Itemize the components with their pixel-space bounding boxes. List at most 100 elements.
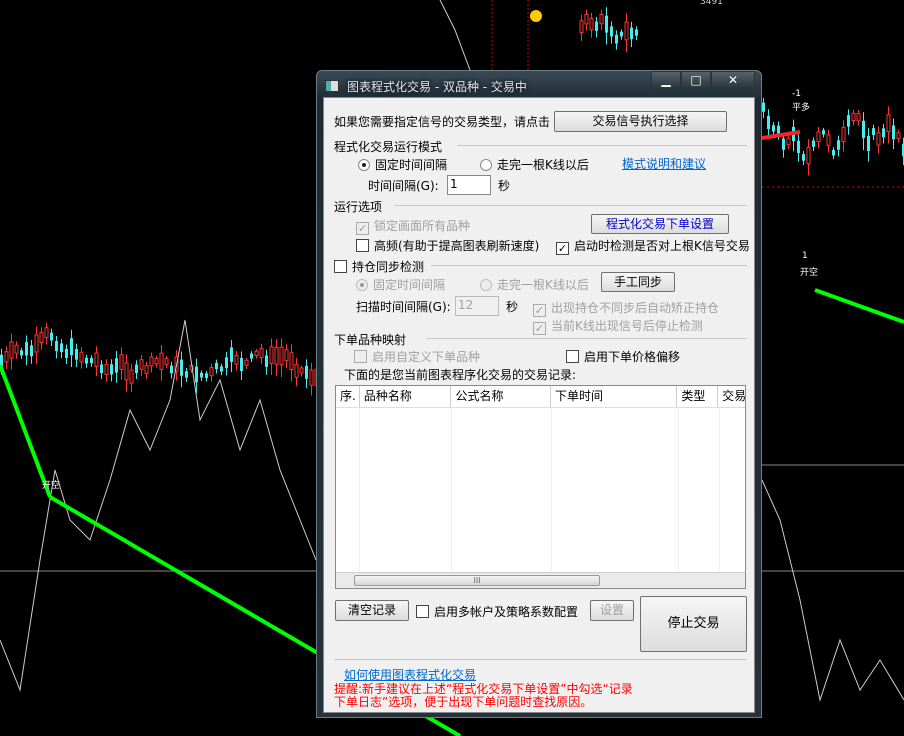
signal-select-button[interactable]: 交易信号执行选择	[554, 111, 727, 132]
signal-label: 开空	[800, 266, 818, 278]
price-label: 3491	[700, 0, 723, 7]
candlestick	[589, 17, 594, 31]
candlestick	[39, 331, 44, 344]
candlestick	[195, 366, 198, 383]
candlestick	[254, 350, 259, 357]
candlestick	[154, 358, 159, 365]
options-group-label: 运行选项	[334, 200, 383, 214]
signal-prompt: 如果您需要指定信号的交易类型，请点击	[334, 115, 551, 129]
manual-sync-button[interactable]: 手工同步	[601, 272, 675, 292]
signal-label: 1	[802, 251, 808, 261]
candlestick	[289, 352, 294, 371]
candlestick	[124, 362, 129, 381]
order-settings-button[interactable]: 程式化交易下单设置	[591, 214, 729, 234]
candlestick	[205, 373, 208, 379]
howto-link[interactable]: 如何使用图表程式化交易	[344, 666, 476, 683]
candlestick	[200, 372, 203, 378]
candlestick	[797, 140, 800, 154]
candlestick	[20, 350, 23, 356]
app-icon	[325, 80, 339, 92]
mode-after-bar-radio[interactable]: 走完一根K线以后	[480, 156, 589, 173]
candlestick	[9, 341, 14, 359]
scan-interval-label: 扫描时间间隔(G):	[356, 300, 451, 314]
candlestick	[170, 365, 173, 374]
mode-fixed-radio[interactable]: 固定时间间隔	[358, 156, 447, 173]
program-trading-dialog: 图表程式化交易 - 双品种 - 交易中 ▁ □ ✕ 如果您需要指定信号的交易类型…	[316, 70, 762, 718]
candlestick	[30, 345, 33, 357]
candlestick	[806, 146, 811, 165]
candlestick	[837, 140, 840, 150]
candlestick	[599, 13, 604, 25]
candlestick	[159, 352, 164, 370]
column-header-index[interactable]: 序.	[336, 386, 360, 407]
trend-line	[0, 364, 52, 498]
candlestick	[55, 340, 58, 352]
multi-account-checkbox[interactable]: 启用多帐户及策略系数配置	[416, 603, 578, 620]
mapping-group-label: 下单品种映射	[334, 333, 407, 347]
candlestick	[75, 349, 78, 360]
high-freq-checkbox[interactable]: 高频(有助于提高图表刷新速度)	[356, 237, 539, 254]
close-button[interactable]: ✕	[711, 71, 755, 90]
column-header-trade[interactable]: 交易	[718, 386, 745, 407]
minimize-button[interactable]: ▁	[651, 71, 681, 90]
candlestick	[65, 348, 68, 358]
stop-trading-button[interactable]: 停止交易	[640, 596, 747, 652]
candlestick	[762, 102, 765, 112]
candlestick	[615, 34, 618, 44]
candlestick	[892, 125, 895, 140]
candlestick	[782, 138, 785, 150]
candlestick	[867, 135, 870, 152]
title-bar[interactable]: 图表程式化交易 - 双品种 - 交易中	[325, 76, 527, 96]
clear-records-button[interactable]: 清空记录	[335, 600, 409, 621]
candlestick	[886, 114, 891, 133]
check-prev-signal-checkbox[interactable]: ✓ 启动时检测是否对上根K信号交易	[556, 237, 750, 255]
sync-checkbox[interactable]: 持仓同步检测	[334, 258, 424, 275]
candlestick	[259, 347, 264, 359]
column-header-formula[interactable]: 公式名称	[451, 386, 551, 407]
candlestick	[185, 371, 188, 378]
candlestick	[767, 115, 770, 130]
candlestick	[584, 13, 589, 25]
candlestick	[79, 351, 84, 363]
candlestick	[624, 21, 629, 41]
candlestick	[34, 334, 39, 353]
candlestick	[816, 131, 821, 143]
candlestick	[876, 132, 881, 146]
candlestick	[85, 357, 88, 364]
horizontal-scrollbar[interactable]: III	[336, 572, 745, 588]
white-indicator-line	[0, 319, 317, 692]
candlestick	[851, 112, 856, 121]
candlestick	[209, 367, 214, 377]
candlestick	[309, 369, 314, 386]
price-offset-checkbox[interactable]: 启用下单价格偏移	[566, 348, 680, 365]
candlestick	[139, 359, 144, 370]
column-header-symbol[interactable]: 品种名称	[360, 386, 452, 407]
window-title: 图表程式化交易 - 双品种 - 交易中	[347, 79, 527, 94]
mode-help-link[interactable]: 模式说明和建议	[622, 155, 706, 172]
candlestick	[220, 366, 223, 372]
sync-fixed-radio: 固定时间间隔	[356, 276, 445, 293]
mode-group-label: 程式化交易运行模式	[334, 140, 443, 154]
candlestick	[872, 128, 875, 136]
scan-interval-input: 12	[455, 296, 499, 316]
maximize-button[interactable]: □	[681, 71, 711, 90]
candlestick	[610, 26, 613, 37]
candlestick	[129, 369, 134, 384]
interval-input[interactable]: 1	[447, 175, 491, 195]
custom-symbol-checkbox: 启用自定义下单品种	[354, 348, 480, 365]
signal-label: 平多	[792, 101, 810, 113]
auto-correct-checkbox: ✓ 出现持仓不同步后自动矫正持仓	[533, 301, 720, 317]
interval-label: 时间间隔(G):	[368, 179, 439, 193]
candlestick	[896, 132, 901, 140]
smiley-icon	[530, 10, 542, 22]
candlestick	[144, 365, 149, 374]
candlestick	[777, 125, 780, 135]
column-header-type[interactable]: 类型	[677, 386, 719, 407]
candlestick	[269, 346, 274, 364]
column-header-order-time[interactable]: 下单时间	[551, 386, 678, 407]
trade-records-table[interactable]: 序. 品种名称 公式名称 下单时间 类型 交易 III	[335, 385, 746, 589]
candlestick	[841, 126, 846, 143]
candlestick	[832, 150, 835, 156]
candlestick	[244, 359, 249, 366]
candlestick	[4, 351, 9, 363]
